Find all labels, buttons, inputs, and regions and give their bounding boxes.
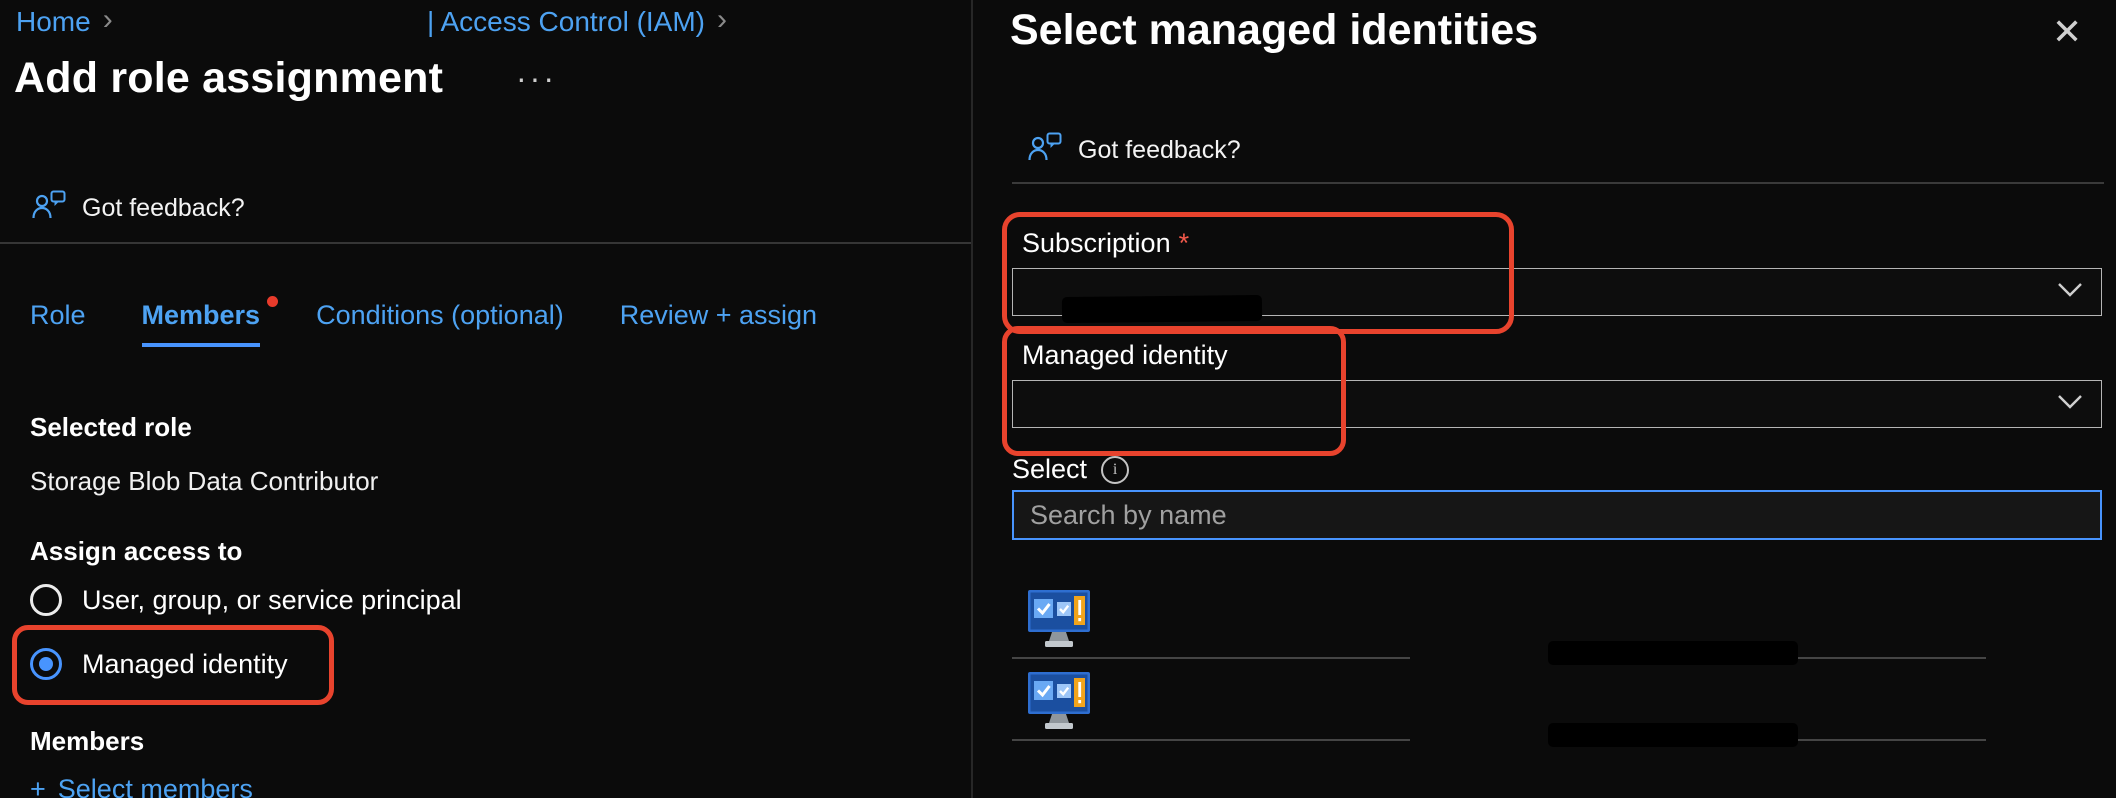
- chevron-down-icon: [2057, 282, 2083, 302]
- feedback-person-chat-icon: [1028, 132, 1062, 169]
- header-divider: [0, 242, 972, 244]
- radio-managed-identity[interactable]: Managed identity: [30, 648, 288, 680]
- managed-identity-vm-icon: [1028, 637, 1090, 654]
- row-divider: [1012, 739, 1410, 741]
- radio-unselected-icon: [30, 584, 62, 616]
- select-row: Select i: [1012, 454, 1129, 485]
- breadcrumb-iam-link[interactable]: | Access Control (IAM): [427, 6, 705, 38]
- info-icon[interactable]: i: [1101, 456, 1129, 484]
- tab-review-assign-label: Review + assign: [620, 300, 817, 330]
- managed-identity-label-text: Managed identity: [1022, 340, 1228, 371]
- page-title: Add role assignment: [14, 54, 443, 103]
- pane-divider: [971, 0, 973, 798]
- radio-label: User, group, or service principal: [82, 585, 462, 616]
- radio-user-group-service-principal[interactable]: User, group, or service principal: [30, 584, 462, 616]
- redaction-identity-name: [1548, 723, 1798, 747]
- redaction-subscription-value: [1062, 295, 1262, 323]
- assign-access-to-heading: Assign access to: [30, 536, 242, 567]
- unsaved-changes-dot: [267, 296, 278, 307]
- panel-got-feedback-link[interactable]: Got feedback?: [1028, 132, 1241, 169]
- chevron-right-icon: ›: [103, 5, 113, 35]
- tab-review-assign[interactable]: Review + assign: [620, 300, 817, 347]
- required-asterisk: *: [1179, 228, 1190, 259]
- managed-identity-vm-icon: [1028, 719, 1090, 736]
- selected-role-heading: Selected role: [30, 412, 192, 443]
- row-divider: [1012, 657, 1410, 659]
- chevron-down-icon: [2057, 394, 2083, 414]
- select-members-link[interactable]: + Select members: [30, 774, 253, 798]
- chevron-right-icon: ›: [717, 5, 727, 35]
- tab-conditions-label: Conditions (optional): [316, 300, 564, 330]
- azure-portal-window: Home › | Access Control (IAM) › Add role…: [0, 0, 2116, 798]
- breadcrumb-iam: | Access Control (IAM) ›: [427, 6, 727, 38]
- search-input[interactable]: [1012, 490, 2102, 540]
- tab-bar: Role Members Conditions (optional) Revie…: [30, 300, 817, 347]
- tab-conditions[interactable]: Conditions (optional): [316, 300, 564, 347]
- close-icon[interactable]: ✕: [2052, 14, 2082, 50]
- breadcrumb-home-link[interactable]: Home: [16, 6, 91, 38]
- tab-members-label: Members: [142, 300, 261, 330]
- breadcrumb: Home ›: [16, 6, 113, 38]
- members-heading: Members: [30, 726, 144, 757]
- radio-label: Managed identity: [82, 649, 288, 680]
- got-feedback-label: Got feedback?: [1078, 136, 1241, 165]
- managed-identity-dropdown[interactable]: [1012, 380, 2102, 428]
- tab-role[interactable]: Role: [30, 300, 86, 347]
- subscription-label: Subscription *: [1022, 228, 1189, 259]
- selected-role-value: Storage Blob Data Contributor: [30, 466, 378, 497]
- redaction-identity-name: [1548, 641, 1798, 665]
- select-label: Select: [1012, 454, 1087, 485]
- tab-role-label: Role: [30, 300, 86, 330]
- panel-title: Select managed identities: [1010, 6, 1538, 55]
- identity-row[interactable]: [1028, 590, 1090, 655]
- overflow-menu-button[interactable]: ···: [516, 60, 557, 97]
- subscription-label-text: Subscription: [1022, 228, 1171, 259]
- managed-identity-label: Managed identity: [1022, 340, 1228, 371]
- identity-row[interactable]: [1028, 672, 1090, 737]
- plus-icon: +: [30, 774, 46, 798]
- feedback-person-chat-icon: [32, 190, 66, 227]
- panel-divider: [1012, 182, 2104, 184]
- got-feedback-link[interactable]: Got feedback?: [32, 190, 245, 227]
- got-feedback-label: Got feedback?: [82, 194, 245, 223]
- select-members-label: Select members: [58, 774, 253, 798]
- tab-members[interactable]: Members: [142, 300, 261, 347]
- radio-selected-icon: [30, 648, 62, 680]
